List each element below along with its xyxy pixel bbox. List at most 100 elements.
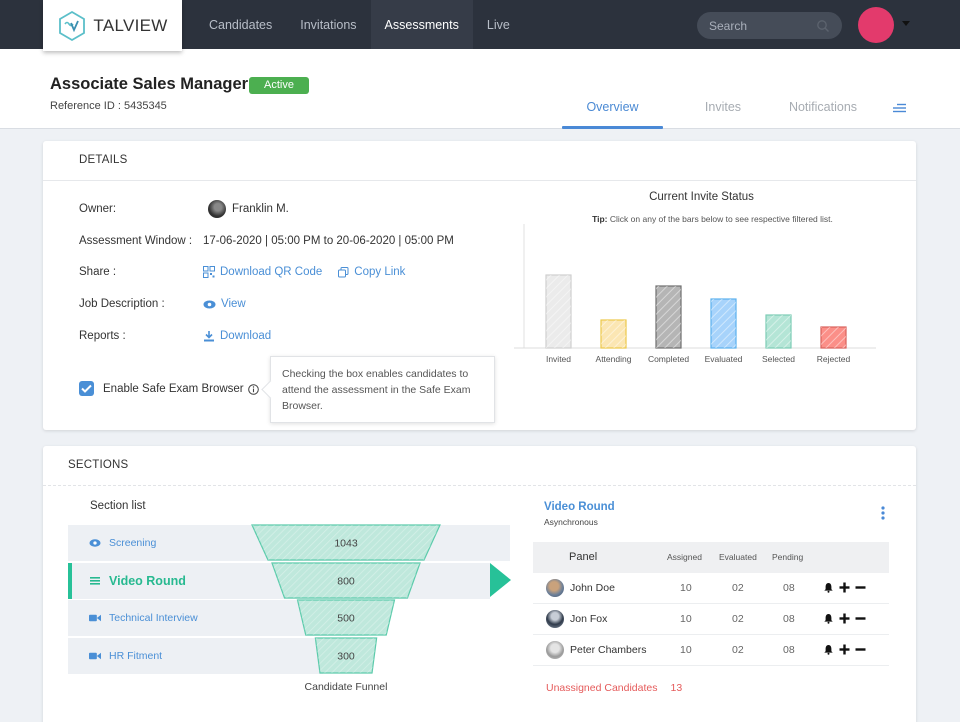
download-reports-label: Download <box>220 330 272 342</box>
selected-section-arrow <box>490 563 511 597</box>
nav-live[interactable]: Live <box>473 0 524 49</box>
copy-link[interactable]: Copy Link <box>338 266 405 278</box>
active-tab-indicator <box>562 126 663 129</box>
bar-completed[interactable] <box>655 285 682 349</box>
panelist-name: Peter Chambers <box>570 644 647 656</box>
minus-icon[interactable] <box>855 644 866 655</box>
panel-table-header: Panel Assigned Evaluated Pending <box>533 542 889 573</box>
assigned-count: 10 <box>680 644 692 656</box>
funnel-segment-video-round[interactable] <box>271 562 421 599</box>
minus-icon[interactable] <box>855 582 866 593</box>
bar-selected[interactable] <box>765 314 792 349</box>
view-jd-link[interactable]: View <box>203 298 246 310</box>
nav-invitations[interactable]: Invitations <box>286 0 370 49</box>
assigned-count: 10 <box>680 582 692 594</box>
unassigned-label: Unassigned Candidates <box>546 682 658 694</box>
sections-heading: SECTIONS <box>68 459 129 471</box>
bar-invited[interactable] <box>545 274 572 349</box>
section-label: Video Round <box>109 574 186 588</box>
safe-exam-browser-label[interactable]: Enable Safe Exam Browser <box>103 383 244 395</box>
funnel-segment-technical-interview[interactable] <box>296 599 396 636</box>
funnel-segment-hr-fitment[interactable] <box>314 637 378 674</box>
search-icon[interactable] <box>816 19 830 33</box>
search-box <box>697 12 842 39</box>
evaluated-count: 02 <box>732 613 744 625</box>
x-tick-rejected: Rejected <box>817 354 851 364</box>
plus-icon[interactable] <box>839 582 850 593</box>
assessment-window-value: 17-06-2020 | 05:00 PM to 20-06-2020 | 05… <box>203 235 454 247</box>
info-icon[interactable] <box>248 384 259 395</box>
evaluated-count: 02 <box>732 582 744 594</box>
reference-id: Reference ID : 5435345 <box>50 100 167 112</box>
panelist-avatar <box>546 610 564 628</box>
x-tick-selected: Selected <box>762 354 795 364</box>
col-panel: Panel <box>569 551 598 563</box>
nav-candidates[interactable]: Candidates <box>195 0 286 49</box>
section-item-hr-fitment[interactable]: HR Fitment <box>68 638 323 674</box>
panelist: Jon Fox <box>546 604 607 634</box>
tab-overview[interactable]: Overview <box>562 100 663 114</box>
reports-value: Download <box>203 330 271 342</box>
panelist: Peter Chambers <box>546 635 646 665</box>
search-input[interactable] <box>709 18 809 33</box>
safe-exam-browser-tooltip: Checking the box enables candidates to a… <box>270 356 495 423</box>
panelist: John Doe <box>546 573 615 603</box>
minus-icon[interactable] <box>855 613 866 624</box>
view-jd-label: View <box>221 298 246 310</box>
bell-icon[interactable] <box>823 582 834 593</box>
top-navbar: TALVIEW Candidates Invitations Assessmen… <box>0 0 960 51</box>
eye-icon <box>89 539 101 547</box>
more-options-icon[interactable] <box>878 505 888 521</box>
download-reports-link[interactable]: Download <box>203 330 271 342</box>
section-item-content: HR Fitment <box>89 638 162 674</box>
divider <box>43 180 916 181</box>
panelist-avatar <box>546 579 564 597</box>
panelist-avatar <box>546 641 564 659</box>
tab-invites[interactable]: Invites <box>693 100 753 114</box>
details-heading: DETAILS <box>79 154 128 166</box>
invite-status-chart: Invited Attending Completed Evaluated Select… <box>514 224 876 364</box>
talview-logo[interactable]: TALVIEW <box>43 0 182 51</box>
chart-title: Current Invite Status <box>649 191 754 203</box>
bar-rejected[interactable] <box>820 326 847 349</box>
nav-assessments[interactable]: Assessments <box>370 0 473 49</box>
hamburger-icon[interactable] <box>892 103 907 113</box>
x-tick-attending: Attending <box>596 354 632 364</box>
bell-icon[interactable] <box>823 613 834 624</box>
video-camera-icon <box>89 614 101 622</box>
owner-label: Owner: <box>79 203 117 215</box>
caret-down-icon[interactable] <box>902 21 910 26</box>
reports-label: Reports : <box>79 330 126 342</box>
x-tick-evaluated: Evaluated <box>705 354 743 364</box>
page-title: Associate Sales Manager <box>50 75 249 93</box>
bell-icon[interactable] <box>823 644 834 655</box>
owner-avatar <box>208 200 226 218</box>
safe-exam-browser-checkbox[interactable] <box>79 381 94 396</box>
bar-evaluated[interactable] <box>710 298 737 349</box>
share-actions: Download QR Code Copy Link <box>203 266 405 278</box>
copy-icon <box>338 266 349 277</box>
funnel-segment-screening[interactable] <box>251 524 441 561</box>
col-evaluated: Evaluated <box>719 552 757 562</box>
share-label: Share : <box>79 266 117 278</box>
owner-name: Franklin M. <box>232 203 289 215</box>
assigned-count: 10 <box>680 613 692 625</box>
selected-section-title[interactable]: Video Round <box>544 501 615 513</box>
checkmark-icon <box>81 384 92 393</box>
plus-icon[interactable] <box>839 613 850 624</box>
section-item-content: Screening <box>89 525 156 561</box>
user-avatar[interactable] <box>858 7 894 43</box>
download-qr-label: Download QR Code <box>220 266 323 278</box>
plus-icon[interactable] <box>839 644 850 655</box>
copy-link-label: Copy Link <box>354 266 406 278</box>
download-icon <box>204 331 214 342</box>
unassigned-candidates[interactable]: Unassigned Candidates 13 <box>546 682 682 694</box>
divider <box>43 485 916 486</box>
row-actions <box>823 644 866 655</box>
section-label: Technical Interview <box>109 612 198 624</box>
job-description-value: View <box>203 298 246 310</box>
row-actions <box>823 582 866 593</box>
download-qr-link[interactable]: Download QR Code <box>203 266 322 278</box>
tab-notifications[interactable]: Notifications <box>778 100 868 114</box>
bar-attending[interactable] <box>600 319 627 349</box>
